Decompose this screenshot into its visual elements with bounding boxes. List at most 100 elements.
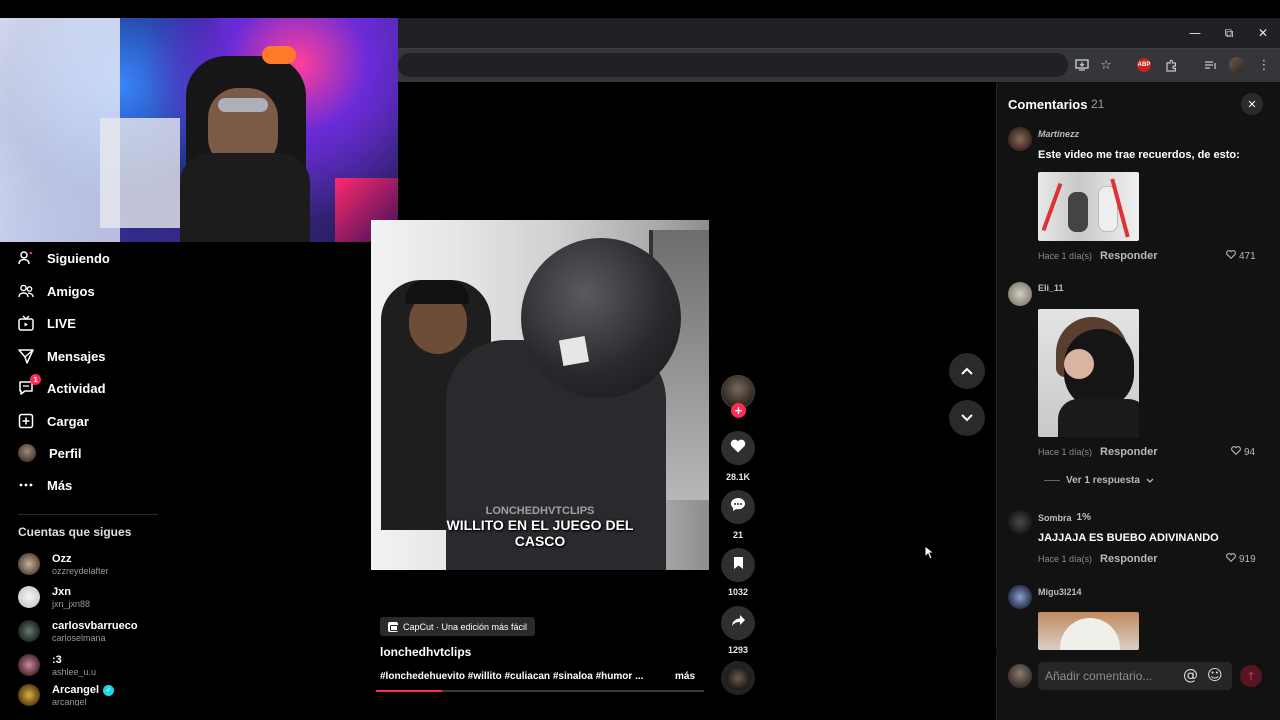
avatar [18,620,40,642]
avatar[interactable] [1008,127,1032,151]
save-count: 1032 [727,587,749,597]
live-tv-icon [18,315,34,331]
reply-button[interactable]: Responder [1100,446,1157,458]
comment-image[interactable] [1038,309,1139,437]
bookmark-icon [733,556,744,575]
save-button[interactable] [721,548,755,582]
menu-kebab-icon[interactable]: ⋮ [1253,54,1275,76]
followed-account[interactable]: Ozz ozzreydelafter [18,549,109,579]
adblock-badge: ABP [1137,58,1151,72]
video-hashtags[interactable]: #lonchedehuevito #willito #culiacan #sin… [380,671,643,682]
browser-tab-strip[interactable] [398,18,1168,48]
comment-button[interactable] [721,490,755,524]
sidebar-item-friends[interactable]: Amigos [18,280,95,302]
comment-like-button[interactable]: 94 [1231,446,1255,458]
share-arrow-icon [731,614,746,632]
upload-icon [18,413,34,429]
account-handle: arcangel [52,697,87,706]
comment-username[interactable]: Sombra 1% [1038,512,1091,523]
adblock-extension-icon[interactable]: ABP [1133,54,1155,76]
comment-input[interactable]: Añadir comentario... [1038,662,1232,690]
comment-image[interactable] [1038,172,1139,241]
messages-icon [18,348,34,364]
install-app-icon[interactable] [1071,54,1093,76]
send-comment-button[interactable]: ↑ [1240,665,1262,687]
sidebar-item-label: Cargar [47,413,89,429]
reply-button[interactable]: Responder [1100,250,1157,262]
video-progress-bar[interactable] [376,690,704,692]
sidebar-item-upload[interactable]: Cargar [18,410,89,432]
music-disc[interactable] [721,661,755,695]
comment-like-button[interactable]: 919 [1226,553,1256,565]
avatar[interactable] [1008,585,1032,609]
sidebar-item-label: Más [47,477,73,493]
followed-account[interactable]: carlosvbarrueco carloselmana [18,616,138,646]
more-description-button[interactable]: más [675,671,695,682]
sidebar-item-label: Actividad [47,380,106,396]
comment-like-button[interactable]: 471 [1226,250,1256,262]
video-author[interactable]: lonchedhvtclips [380,645,471,659]
comments-fade [996,650,1280,656]
media-control-icon[interactable] [1199,54,1221,76]
reply-button[interactable]: Responder [1100,553,1157,565]
comment-meta: Hace 1 día(s) Responder [1038,250,1158,262]
followed-account[interactable]: :3 ashlee_u.u [18,650,96,680]
following-icon [18,250,34,266]
comment-username[interactable]: Eli_11 [1038,283,1064,293]
profile-icon [18,444,36,462]
sidebar-item-more[interactable]: Más [18,474,72,496]
sidebar-divider [18,514,158,515]
like-button[interactable] [721,431,755,465]
capcut-link[interactable]: CapCut · Una edición más fácil [380,617,536,636]
sidebar-item-label: Amigos [47,283,95,299]
close-window-button[interactable]: ✕ [1246,18,1280,48]
followed-account[interactable]: Arcangel ✓ arcangel [18,684,115,706]
comment-meta: Hace 1 día(s) Responder [1038,446,1158,458]
avatar [18,684,40,706]
video-progress-fill [376,690,442,692]
comment-bubble-icon [730,497,746,517]
emoji-icon[interactable]: ☺ [1207,666,1223,684]
comment-like-count: 471 [1239,250,1256,262]
account-name: Ozz [52,552,72,565]
minimize-button[interactable]: — [1178,18,1212,48]
sidebar-item-live[interactable]: LIVE [18,312,76,334]
friends-icon [18,283,34,299]
bookmark-star-icon[interactable]: ☆ [1095,54,1117,76]
mention-icon[interactable]: @ [1183,666,1198,684]
view-replies-button[interactable]: Ver 1 respuesta [1044,475,1154,486]
share-button[interactable] [721,606,755,640]
divider-line [1044,480,1060,481]
screen: — ⧉ ✕ ☆ ABP ⋮ Siguiendo Amigos LIVE Mens… [0,0,1280,720]
chevron-down-icon [961,409,973,427]
extensions-puzzle-icon[interactable] [1160,54,1182,76]
followed-account[interactable]: Jxn jxn_jxn88 [18,582,90,612]
video-watermark: LONCHEDHVTCLIPS [485,505,595,517]
follow-plus-icon[interactable]: + [731,403,746,418]
video-player[interactable]: LONCHEDHVTCLIPS WILLITO EN EL JUEGO DEL … [371,220,709,570]
avatar[interactable] [1008,282,1032,306]
sidebar-item-messages[interactable]: Mensajes [18,345,106,367]
username-text: Sombra [1038,512,1072,523]
sidebar-item-profile[interactable]: Perfil [18,442,82,464]
heart-outline-icon [1226,250,1236,262]
comment-username[interactable]: Martinezz [1038,129,1079,139]
profile-avatar-icon[interactable] [1226,54,1248,76]
more-icon [18,477,34,493]
capcut-icon [388,621,398,632]
close-comments-button[interactable]: ✕ [1241,93,1263,115]
avatar[interactable] [1008,510,1032,534]
sidebar-item-following[interactable]: Siguiendo [18,247,110,269]
restore-button[interactable]: ⧉ [1212,18,1246,48]
sidebar-item-activity[interactable]: 1 Actividad [18,374,106,399]
video-helmet-patch [558,335,590,367]
following-accounts-title: Cuentas que sigues [18,525,132,539]
comment-username[interactable]: Migu3l214 [1038,587,1082,597]
comment-image[interactable] [1038,612,1139,650]
previous-video-button[interactable] [949,353,985,389]
share-count: 1293 [727,645,749,655]
next-video-button[interactable] [949,400,985,436]
address-bar[interactable] [398,53,1068,77]
sidebar-item-label: Perfil [49,445,82,461]
mouse-cursor-icon [924,544,936,565]
